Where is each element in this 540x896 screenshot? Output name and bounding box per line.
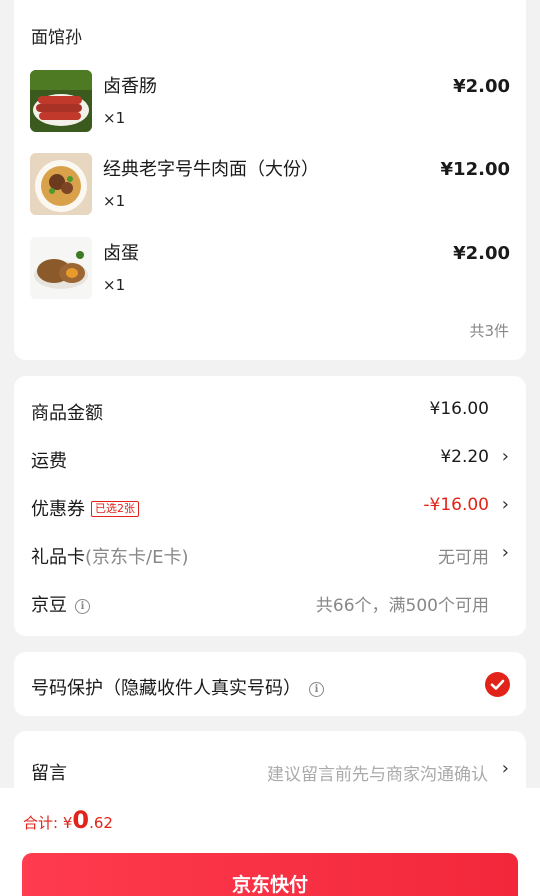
goods-amount-row: 商品金额 ¥16.00 xyxy=(31,396,509,424)
total-currency: ¥ xyxy=(62,814,73,832)
chevron-right-icon[interactable]: › xyxy=(502,542,509,563)
shop-name[interactable]: 面馆孙 xyxy=(31,23,82,48)
coupon-label: 优惠券 xyxy=(31,499,85,520)
jd-beans-label: 京豆 xyxy=(31,595,67,616)
order-total: 合计: ¥0.62 xyxy=(23,806,113,834)
gift-card-row[interactable]: 礼品卡(京东卡/E卡) 无可用 › xyxy=(31,540,509,568)
total-decimal: .62 xyxy=(89,814,113,832)
goods-amount-label: 商品金额 xyxy=(31,403,103,424)
info-icon[interactable]: i xyxy=(309,682,324,697)
jd-beans-value: 共66个，满500个可用 xyxy=(315,596,489,616)
coupon-label-group: 优惠券 已选2张 xyxy=(31,495,139,521)
item-name: 经典老字号牛肉面（大份） xyxy=(103,159,319,180)
total-integer: 0 xyxy=(72,806,90,834)
number-protection-label-group: 号码保护（隐藏收件人真实号码） i xyxy=(31,674,324,700)
chevron-right-icon[interactable]: › xyxy=(502,494,509,515)
item-count: 共3件 xyxy=(469,322,509,340)
beef-noodle-image[interactable] xyxy=(30,153,92,215)
coupon-row[interactable]: 优惠券 已选2张 -¥16.00 › xyxy=(31,492,509,520)
item-price: ¥2.00 xyxy=(453,243,510,264)
coupon-selected-tag: 已选2张 xyxy=(91,501,139,517)
checkmark-icon xyxy=(490,679,505,690)
order-items-card: 面馆孙 卤香肠 ×1 ¥2.00 经典老字号牛肉面（大份） ×1 ¥12.00 … xyxy=(14,0,526,360)
order-item[interactable]: 卤蛋 ×1 ¥2.00 xyxy=(30,237,510,301)
shipping-value: ¥2.20 xyxy=(440,447,489,467)
sausage-image[interactable] xyxy=(30,70,92,132)
shipping-label: 运费 xyxy=(31,451,67,472)
price-summary-card: 商品金额 ¥16.00 运费 ¥2.20 › 优惠券 已选2张 -¥16.00 ›… xyxy=(14,376,526,636)
message-label: 留言 xyxy=(31,763,67,784)
gift-card-sublabel: (京东卡/E卡) xyxy=(85,547,189,568)
checkout-bar: 合计: ¥0.62 京东快付 xyxy=(0,788,540,896)
order-item[interactable]: 经典老字号牛肉面（大份） ×1 ¥12.00 xyxy=(30,153,510,217)
pay-button[interactable]: 京东快付 xyxy=(22,853,518,896)
item-quantity: ×1 xyxy=(103,192,126,210)
goods-amount-value: ¥16.00 xyxy=(429,399,489,419)
item-price: ¥12.00 xyxy=(440,159,510,180)
total-label: 合计: xyxy=(23,814,63,832)
number-protection-card: 号码保护（隐藏收件人真实号码） i xyxy=(14,652,526,716)
chevron-right-icon[interactable]: › xyxy=(502,758,509,779)
braised-egg-image[interactable] xyxy=(30,237,92,299)
coupon-value: -¥16.00 xyxy=(423,495,489,515)
item-name: 卤香肠 xyxy=(103,76,157,97)
checkmark-checkbox[interactable] xyxy=(485,672,510,697)
item-quantity: ×1 xyxy=(103,109,126,127)
gift-card-label: 礼品卡 xyxy=(31,547,85,568)
order-item[interactable]: 卤香肠 ×1 ¥2.00 xyxy=(30,70,510,134)
item-price: ¥2.00 xyxy=(453,76,510,97)
info-icon[interactable]: i xyxy=(75,599,90,614)
gift-card-value: 无可用 xyxy=(438,548,489,568)
jd-beans-row: 京豆 i 共66个，满500个可用 xyxy=(31,588,509,616)
item-name: 卤蛋 xyxy=(103,243,139,264)
jd-beans-label-group: 京豆 i xyxy=(31,591,90,617)
shipping-row[interactable]: 运费 ¥2.20 › xyxy=(31,444,509,472)
chevron-right-icon[interactable]: › xyxy=(502,446,509,467)
gift-card-label-group: 礼品卡(京东卡/E卡) xyxy=(31,543,188,569)
number-protection-label: 号码保护（隐藏收件人真实号码） xyxy=(31,678,301,699)
message-input[interactable]: 建议留言前先与商家沟通确认 xyxy=(267,760,488,785)
item-quantity: ×1 xyxy=(103,276,126,294)
